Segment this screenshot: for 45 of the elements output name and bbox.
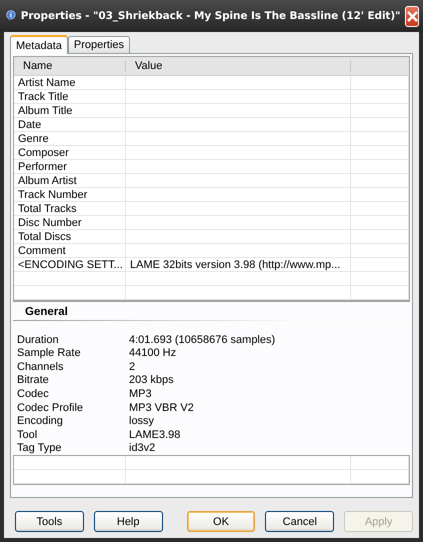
info-value: 4:01.693 (10658676 samples): [129, 334, 276, 346]
info-value: id3v2: [129, 442, 156, 454]
tab[interactable]: Metadata: [10, 35, 68, 54]
window-title: Properties - "03_Shriekback - My Spine Is The Bassline (12' Edit)": [20, 10, 400, 22]
table-cell: Performer: [14, 160, 126, 173]
info-label: Sample Rate: [17, 347, 82, 360]
dialog-button[interactable]: Help: [94, 511, 163, 532]
info-label: Codec Profile: [17, 402, 84, 414]
info-label: Duration: [17, 334, 60, 346]
table-cell: Total Discs: [14, 230, 126, 243]
table-cell: Album Artist: [14, 174, 126, 187]
table-cell: Album Title: [14, 104, 126, 117]
info-value: 2: [129, 360, 136, 373]
table-cell: LAME 32bits version 3.98 (http://www.mp...: [126, 258, 351, 271]
table-cell: Date: [14, 118, 126, 131]
table-cell: Artist Name: [14, 76, 126, 89]
column-header[interactable]: Value: [126, 60, 351, 72]
info-value: lossy: [129, 415, 156, 428]
info-label: Tool: [17, 428, 38, 441]
dialog-button[interactable]: OK: [186, 511, 256, 532]
table-cell: <ENCODING SETT...: [14, 258, 126, 271]
info-value: 44100 Hz: [129, 347, 178, 360]
table-cell: Composer: [14, 146, 126, 159]
column-header[interactable]: Name: [14, 60, 126, 72]
info-value: LAME3.98: [129, 428, 182, 441]
info-label: Encoding: [17, 415, 64, 428]
info-value: 203 kbps: [129, 374, 175, 386]
info-label: Tag Type: [17, 442, 62, 454]
table-cell: Total Tracks: [14, 202, 126, 215]
table-cell: Track Title: [14, 90, 126, 103]
table-cell: Comment: [14, 244, 126, 257]
table-cell: Genre: [14, 132, 126, 145]
table-cell: Disc Number: [14, 216, 126, 229]
info-label: Channels: [17, 360, 64, 373]
info-value: MP3 VBR V2: [129, 402, 195, 414]
section-title: General: [13, 302, 410, 321]
table-cell: Track Number: [14, 188, 126, 201]
dialog-button[interactable]: Cancel: [265, 511, 334, 532]
close-button[interactable]: [405, 6, 419, 26]
dialog-button[interactable]: Tools: [15, 511, 84, 532]
tab[interactable]: Properties: [68, 36, 130, 53]
close-icon: [406, 10, 418, 22]
info-label: Codec: [17, 388, 50, 400]
info-value: MP3: [129, 388, 153, 400]
info-label: Bitrate: [17, 374, 50, 386]
